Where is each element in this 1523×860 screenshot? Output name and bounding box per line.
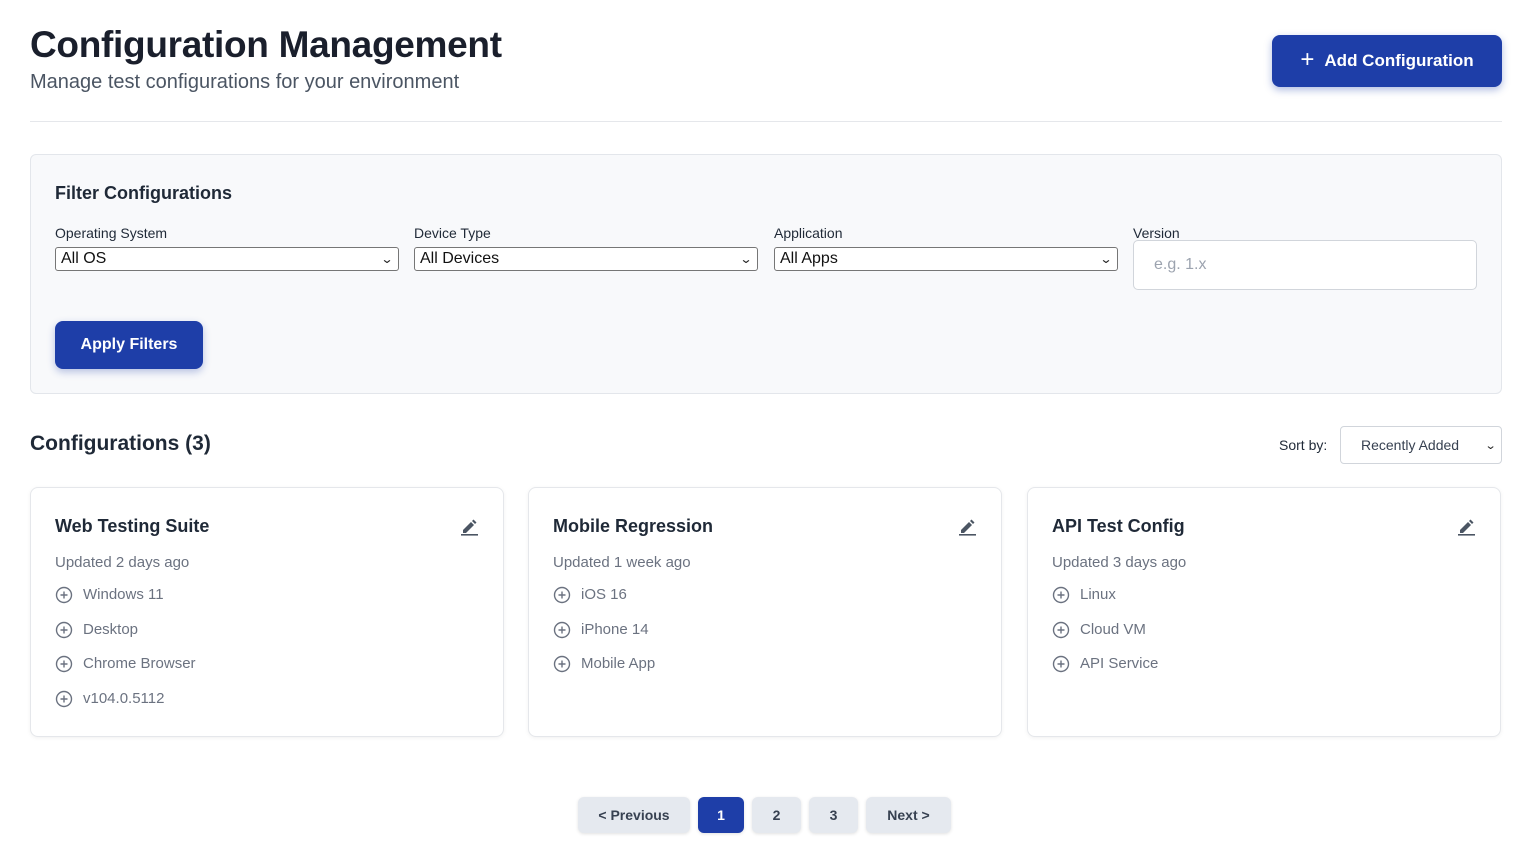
apply-filters-button[interactable]: Apply Filters bbox=[55, 321, 203, 369]
card-attribute: Desktop bbox=[55, 621, 196, 656]
chevron-down-icon: ⌄ bbox=[1099, 252, 1113, 266]
os-filter-label: Operating System bbox=[55, 225, 168, 241]
card-title: API Test Config bbox=[1052, 516, 1185, 536]
os-filter-group: Operating System All OS ⌄ bbox=[55, 225, 399, 271]
version-input-placeholder: e.g. 1.x bbox=[1154, 256, 1207, 273]
card-attribute: v104.0.5112 bbox=[55, 690, 196, 725]
version-input[interactable]: e.g. 1.x bbox=[1133, 240, 1477, 290]
card-updated: Updated 3 days ago bbox=[1052, 554, 1187, 571]
card-attribute-text: Linux bbox=[1080, 586, 1116, 603]
configuration-card[interactable]: Web Testing Suite Updated 2 days ago Win… bbox=[30, 487, 504, 737]
filter-title: Filter Configurations bbox=[55, 183, 232, 203]
card-attribute: Chrome Browser bbox=[55, 655, 196, 690]
edit-icon[interactable] bbox=[459, 516, 479, 536]
circle-plus-icon bbox=[553, 655, 571, 673]
card-attribute: Mobile App bbox=[553, 655, 655, 690]
card-attribute-text: iPhone 14 bbox=[581, 620, 649, 638]
circle-plus-icon bbox=[1052, 586, 1070, 604]
circle-plus-icon bbox=[55, 621, 73, 638]
filter-panel: Filter Configurations Operating System A… bbox=[30, 154, 1502, 394]
os-select[interactable]: All OS ⌄ bbox=[55, 247, 399, 271]
edit-icon[interactable] bbox=[957, 516, 977, 536]
circle-plus-icon bbox=[55, 655, 73, 673]
page-title: Configuration Management bbox=[30, 24, 502, 65]
chevron-down-icon: ⌄ bbox=[739, 252, 753, 266]
circle-plus-icon bbox=[1052, 655, 1070, 673]
card-attribute: API Service bbox=[1052, 655, 1158, 690]
card-title: Web Testing Suite bbox=[55, 516, 210, 536]
application-filter-label: Application bbox=[774, 225, 843, 241]
card-attribute-text: Windows 11 bbox=[83, 586, 164, 603]
page-header: Configuration Management Manage test con… bbox=[30, 24, 1502, 122]
card-attribute-text: Cloud VM bbox=[1080, 620, 1146, 638]
page-button-3[interactable]: 3 bbox=[809, 797, 858, 833]
plus-icon: + bbox=[1300, 46, 1315, 73]
card-attribute-text: Chrome Browser bbox=[83, 655, 196, 672]
sort-select-value: Recently Added bbox=[1361, 437, 1460, 453]
card-title: Mobile Regression bbox=[553, 516, 714, 536]
card-attribute-text: Mobile App bbox=[581, 655, 656, 672]
card-attributes: Linux Cloud VM API Service bbox=[1052, 586, 1158, 690]
chevron-down-icon: ⌄ bbox=[1484, 439, 1497, 452]
application-select-value: All Apps bbox=[780, 250, 838, 267]
card-attribute: iPhone 14 bbox=[553, 621, 655, 656]
edit-icon[interactable] bbox=[1456, 516, 1476, 536]
card-attributes: Windows 11 Desktop Chrome Browser v104.0… bbox=[55, 586, 196, 724]
configuration-card[interactable]: API Test Config Updated 3 days ago Linux… bbox=[1027, 487, 1501, 737]
os-select-value: All OS bbox=[61, 250, 107, 267]
sort-label: Sort by: bbox=[1279, 437, 1328, 453]
configurations-heading: Configurations (3) bbox=[30, 432, 211, 455]
circle-plus-icon bbox=[553, 621, 571, 638]
pagination: < Previous 1 2 3 Next > bbox=[578, 797, 951, 833]
card-attribute: iOS 16 bbox=[553, 586, 655, 621]
configuration-card[interactable]: Mobile Regression Updated 1 week ago iOS… bbox=[528, 487, 1002, 737]
card-attribute: Cloud VM bbox=[1052, 621, 1158, 656]
card-attribute: Linux bbox=[1052, 586, 1158, 621]
sort-select[interactable]: Recently Added ⌄ bbox=[1340, 426, 1502, 464]
circle-plus-icon bbox=[55, 690, 73, 707]
circle-plus-icon bbox=[55, 586, 73, 604]
page-subtitle: Manage test configurations for your envi… bbox=[30, 71, 460, 93]
card-attribute: Windows 11 bbox=[55, 586, 196, 621]
card-attribute-text: API Service bbox=[1080, 655, 1159, 672]
circle-plus-icon bbox=[553, 586, 571, 604]
page-button-1[interactable]: 1 bbox=[698, 797, 744, 833]
chevron-down-icon: ⌄ bbox=[380, 252, 394, 266]
application-filter-group: Application All Apps ⌄ bbox=[774, 225, 1118, 271]
application-select[interactable]: All Apps ⌄ bbox=[774, 247, 1118, 271]
next-page-button[interactable]: Next > bbox=[866, 797, 951, 833]
add-configuration-label: Add Configuration bbox=[1324, 51, 1474, 70]
version-filter-label: Version bbox=[1133, 225, 1180, 241]
device-select-value: All Devices bbox=[420, 250, 500, 267]
card-attribute-text: Desktop bbox=[83, 620, 139, 638]
previous-page-button[interactable]: < Previous bbox=[578, 797, 690, 833]
circle-plus-icon bbox=[1052, 621, 1070, 638]
device-filter-label: Device Type bbox=[414, 225, 491, 241]
version-filter-group: Version e.g. 1.x bbox=[1133, 225, 1477, 290]
card-attribute-text: iOS 16 bbox=[581, 586, 627, 603]
page-button-2[interactable]: 2 bbox=[752, 797, 801, 833]
add-configuration-button[interactable]: + Add Configuration bbox=[1272, 35, 1502, 87]
device-filter-group: Device Type All Devices ⌄ bbox=[414, 225, 758, 271]
device-select[interactable]: All Devices ⌄ bbox=[414, 247, 758, 271]
card-updated: Updated 1 week ago bbox=[553, 554, 691, 571]
card-updated: Updated 2 days ago bbox=[55, 554, 190, 571]
card-attribute-text: v104.0.5112 bbox=[83, 689, 165, 707]
card-attributes: iOS 16 iPhone 14 Mobile App bbox=[553, 586, 655, 690]
